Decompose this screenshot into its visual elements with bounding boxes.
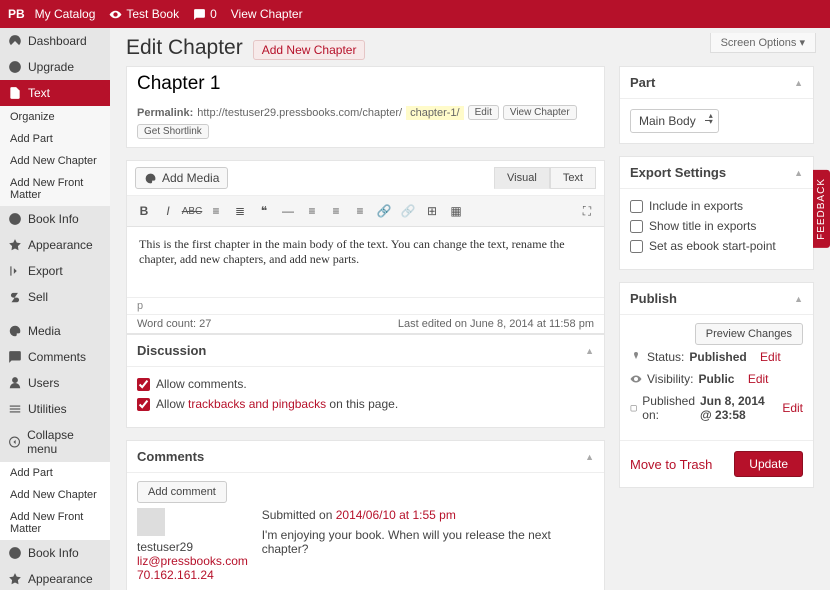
comments-link[interactable]: 0 — [193, 7, 217, 21]
comment-date[interactable]: 2014/06/10 at 1:55 pm — [336, 508, 456, 522]
sidebar-item-text[interactable]: Text — [0, 80, 110, 106]
page-title: Edit Chapter — [126, 36, 243, 60]
topbar: PB My Catalog Test Book 0 View Chapter — [0, 0, 830, 28]
editor-path: p — [127, 297, 604, 314]
brand-logo[interactable]: PB — [8, 7, 25, 21]
align-left-icon[interactable]: ≡ — [301, 200, 323, 222]
strike-icon[interactable]: ABC — [181, 200, 203, 222]
collapse-icon[interactable]: ▲ — [794, 78, 803, 88]
calendar-icon — [630, 402, 637, 414]
get-shortlink-button[interactable]: Get Shortlink — [137, 124, 209, 139]
sidebar-sub-addfront2[interactable]: Add New Front Matter — [0, 506, 110, 540]
collapse-icon[interactable]: ▲ — [585, 346, 594, 356]
sidebar-sub-addpart[interactable]: Add Part — [0, 128, 110, 150]
sidebar-sub-addchapter2[interactable]: Add New Chapter — [0, 484, 110, 506]
number-list-icon[interactable]: ≣ — [229, 200, 251, 222]
move-to-trash-link[interactable]: Move to Trash — [630, 457, 712, 472]
eye-icon — [630, 373, 642, 385]
sidebar-item-users[interactable]: Users — [0, 370, 110, 396]
permalink-edit-button[interactable]: Edit — [468, 105, 499, 120]
comment-email[interactable]: liz@pressbooks.com — [137, 554, 248, 568]
publish-edit-link[interactable]: Edit — [782, 401, 803, 415]
sidebar-sub-addpart2[interactable]: Add Part — [0, 462, 110, 484]
permalink-slug[interactable]: chapter-1/ — [406, 106, 464, 120]
bullet-list-icon[interactable]: ≡ — [205, 200, 227, 222]
collapse-icon[interactable]: ▲ — [794, 168, 803, 178]
add-media-button[interactable]: Add Media — [135, 167, 228, 189]
sidebar-item-appearance2[interactable]: Appearance — [0, 566, 110, 590]
pin-icon — [630, 351, 642, 363]
feedback-tab[interactable]: FEEDBACK — [813, 170, 830, 248]
align-center-icon[interactable]: ≡ — [325, 200, 347, 222]
more-icon[interactable]: ⊞ — [421, 200, 443, 222]
sidebar-sub-organize[interactable]: Organize — [0, 106, 110, 128]
include-exports-checkbox[interactable]: Include in exports — [630, 199, 803, 213]
allow-comments-checkbox[interactable]: Allow comments. — [137, 377, 594, 391]
visibility-edit-link[interactable]: Edit — [748, 372, 769, 386]
editor-body[interactable]: This is the first chapter in the main bo… — [127, 227, 604, 297]
last-edited: Last edited on June 8, 2014 at 11:58 pm — [398, 318, 594, 330]
collapse-icon[interactable]: ▲ — [794, 294, 803, 304]
comment-body: I'm enjoying your book. When will you re… — [262, 528, 594, 556]
bold-icon[interactable]: B — [133, 200, 155, 222]
main-content: Edit Chapter Add New Chapter Permalink: … — [110, 28, 830, 590]
my-catalog-link[interactable]: My Catalog — [35, 7, 96, 21]
sidebar-item-media[interactable]: Media — [0, 318, 110, 344]
align-right-icon[interactable]: ≡ — [349, 200, 371, 222]
comment-row: testuser29 liz@pressbooks.com 70.162.161… — [137, 508, 594, 582]
permalink-row: Permalink: http://testuser29.pressbooks.… — [127, 101, 604, 147]
sidebar: Dashboard Upgrade Text Organize Add Part… — [0, 28, 110, 590]
export-title: Export Settings — [630, 165, 726, 180]
blockquote-icon[interactable]: ❝ — [253, 200, 275, 222]
sidebar-item-bookinfo[interactable]: Book Info — [0, 206, 110, 232]
allow-trackbacks-checkbox[interactable]: Allow trackbacks and pingbacks on this p… — [137, 397, 594, 411]
sidebar-sub-addchapter[interactable]: Add New Chapter — [0, 150, 110, 172]
sidebar-sub-addfront[interactable]: Add New Front Matter — [0, 172, 110, 206]
view-chapter-link[interactable]: View Chapter — [231, 7, 303, 21]
part-title: Part — [630, 75, 655, 90]
fullscreen-icon[interactable]: ⛶ — [576, 200, 598, 222]
sidebar-item-sell[interactable]: Sell — [0, 284, 110, 310]
sidebar-item-appearance[interactable]: Appearance — [0, 232, 110, 258]
part-select[interactable]: Main Body▴▾ — [630, 109, 719, 133]
ebook-start-checkbox[interactable]: Set as ebook start-point — [630, 239, 803, 253]
tab-visual[interactable]: Visual — [494, 167, 550, 189]
comments-title: Comments — [137, 449, 204, 464]
published-row: Published on: Jun 8, 2014 @ 23:58 Edit — [630, 394, 803, 422]
avatar — [137, 508, 165, 536]
discussion-title: Discussion — [137, 343, 206, 358]
italic-icon[interactable]: I — [157, 200, 179, 222]
sidebar-item-dashboard[interactable]: Dashboard — [0, 28, 110, 54]
comment-user: testuser29 — [137, 540, 250, 554]
sidebar-item-collapse[interactable]: Collapse menu — [0, 422, 110, 462]
add-new-chapter-button[interactable]: Add New Chapter — [253, 40, 366, 60]
editor: Add Media Visual Text B I ABC ≡ ≣ ❝ — ≡ … — [126, 160, 605, 334]
add-comment-button[interactable]: Add comment — [137, 481, 227, 503]
sidebar-item-upgrade[interactable]: Upgrade — [0, 54, 110, 80]
visibility-row: Visibility: Public Edit — [630, 372, 803, 386]
show-title-checkbox[interactable]: Show title in exports — [630, 219, 803, 233]
publish-title: Publish — [630, 291, 677, 306]
tab-text[interactable]: Text — [550, 167, 596, 189]
preview-changes-button[interactable]: Preview Changes — [695, 323, 803, 345]
sidebar-item-comments[interactable]: Comments — [0, 344, 110, 370]
status-row: Status: Published Edit — [630, 350, 803, 364]
comment-ip[interactable]: 70.162.161.24 — [137, 568, 214, 582]
sidebar-item-utilities[interactable]: Utilities — [0, 396, 110, 422]
status-edit-link[interactable]: Edit — [760, 350, 781, 364]
editor-toolbar: B I ABC ≡ ≣ ❝ — ≡ ≡ ≡ 🔗 🔗 ⊞ ▦ ⛶ — [127, 196, 604, 227]
link-icon[interactable]: 🔗 — [373, 200, 395, 222]
word-count: Word count: 27 — [137, 318, 211, 330]
view-chapter-button[interactable]: View Chapter — [503, 105, 577, 120]
sidebar-item-export[interactable]: Export — [0, 258, 110, 284]
unlink-icon[interactable]: 🔗 — [397, 200, 419, 222]
post-title-input[interactable] — [127, 67, 604, 101]
screen-options-button[interactable]: Screen Options ▾ — [710, 33, 816, 53]
toolbar-toggle-icon[interactable]: ▦ — [445, 200, 467, 222]
collapse-icon[interactable]: ▲ — [585, 452, 594, 462]
update-button[interactable]: Update — [734, 451, 803, 477]
test-book-link[interactable]: Test Book — [109, 7, 179, 21]
hr-icon[interactable]: — — [277, 200, 299, 222]
sidebar-item-bookinfo2[interactable]: Book Info — [0, 540, 110, 566]
